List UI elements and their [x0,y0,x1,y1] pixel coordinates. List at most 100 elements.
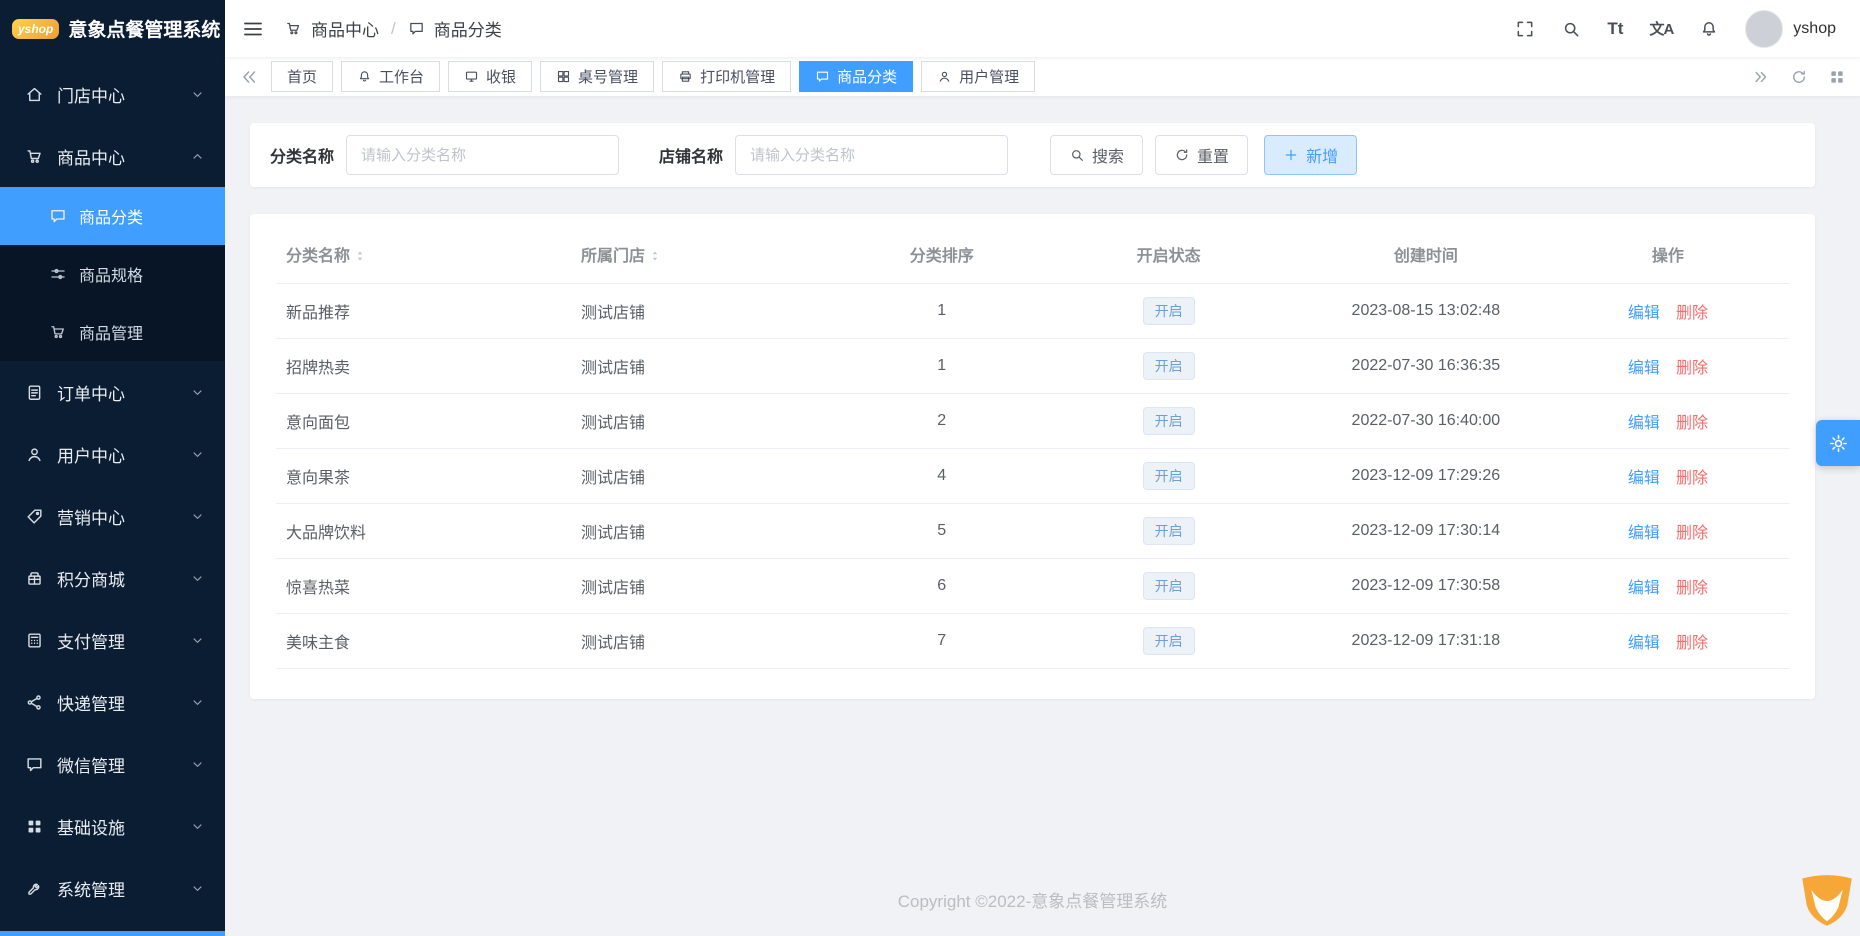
sidebar-item-label: 营销中心 [57,508,125,528]
cell-category-name: 意向面包 [276,393,572,449]
tab-table-manage[interactable]: 桌号管理 [540,61,655,92]
avatar[interactable] [1745,9,1784,48]
sidebar-item-user-center[interactable]: 用户中心 [0,423,225,485]
cell-sort: 7 [850,613,1033,669]
sidebar-item-wechat-manage[interactable]: 微信管理 [0,733,225,795]
add-button[interactable]: 新增 [1264,135,1358,175]
sidebar-item-label: 积分商城 [57,570,125,590]
cell-actions: 编辑 删除 [1546,613,1789,669]
cell-category-name: 招牌热卖 [276,338,572,394]
cell-actions: 编辑 删除 [1546,448,1789,504]
app-logo[interactable]: yshop 意象点餐管理系统 [0,0,225,57]
sidebar-item-payment-manage[interactable]: 支付管理 [0,609,225,671]
sidebar-subitem-product-spec[interactable]: 商品规格 [0,245,225,303]
tabs-scroll-right-icon[interactable] [1752,68,1770,86]
chevron-down-icon [193,91,202,97]
sidebar-item-store-center[interactable]: 门店中心 [0,63,225,125]
sidebar-item-system-manage[interactable]: 系统管理 [0,857,225,919]
cell-status: 开启 [1032,558,1305,614]
tab-label: 打印机管理 [700,69,776,86]
column-status: 开启状态 [1032,222,1305,284]
edit-link[interactable]: 编辑 [1628,415,1660,432]
wrench-icon [28,883,40,895]
search-icon[interactable] [1561,19,1581,39]
share-nodes-icon [27,694,41,710]
bell-icon [359,71,370,82]
chevron-down-icon [193,451,202,457]
search-button[interactable]: 搜索 [1050,135,1144,175]
edit-link[interactable]: 编辑 [1628,305,1660,322]
cell-category-name: 意向果茶 [276,448,572,504]
reset-button[interactable]: 重置 [1155,135,1249,175]
tab-printer-manage[interactable]: 打印机管理 [662,61,792,92]
chevron-down-icon [193,513,202,519]
tabs-menu-icon[interactable] [1828,68,1846,86]
column-shop[interactable]: 所属门店 [571,222,851,284]
sort-carets-icon[interactable] [354,248,366,264]
edit-link[interactable]: 编辑 [1628,580,1660,597]
edit-link[interactable]: 编辑 [1628,360,1660,377]
delete-link[interactable]: 删除 [1676,470,1708,487]
delete-link[interactable]: 删除 [1676,635,1708,652]
translate-icon[interactable]: 文A [1649,18,1674,39]
sidebar-submenu: 商品分类 商品规格 商品管理 [0,187,225,361]
tab-workbench[interactable]: 工作台 [341,61,441,92]
cell-sort: 5 [850,503,1033,559]
delete-link[interactable]: 删除 [1676,360,1708,377]
tab-home[interactable]: 首页 [271,61,334,92]
column-label: 所属门店 [581,248,646,265]
gear-icon [1829,434,1847,452]
delete-link[interactable]: 删除 [1676,415,1708,432]
cell-sort: 1 [850,338,1033,394]
refresh-icon[interactable] [1790,68,1808,86]
sidebar-item-express-manage[interactable]: 快递管理 [0,671,225,733]
category-name-input[interactable] [346,135,620,175]
delete-link[interactable]: 删除 [1676,525,1708,542]
sidebar-subitem-product-category[interactable]: 商品分类 [0,187,225,245]
cell-status: 开启 [1032,503,1305,559]
edit-link[interactable]: 编辑 [1628,635,1660,652]
fox-icon[interactable] [1800,874,1854,928]
sidebar: yshop 意象点餐管理系统 门店中心 商品中心 商品分类 商品规格 商品管理 … [0,0,225,936]
cell-category-name: 大品牌饮料 [276,503,572,559]
sidebar-item-marketing-center[interactable]: 营销中心 [0,485,225,547]
user-menu[interactable]: yshop [1745,9,1836,48]
bell-icon[interactable] [1699,19,1719,39]
settings-fab[interactable] [1816,420,1860,466]
cell-status: 开启 [1032,338,1305,394]
fullscreen-icon[interactable] [1515,19,1535,39]
horizontal-scrollbar[interactable] [0,931,225,936]
sort-carets-icon[interactable] [649,248,661,264]
delete-link[interactable]: 删除 [1676,305,1708,322]
shop-name-input[interactable] [735,135,1009,175]
edit-link[interactable]: 编辑 [1628,470,1660,487]
hamburger-icon[interactable] [241,17,265,41]
tab-product-category[interactable]: 商品分类 [799,61,914,92]
printer-icon [680,71,691,82]
sidebar-item-order-center[interactable]: 订单中心 [0,361,225,423]
status-badge: 开启 [1142,572,1195,600]
cell-created-time: 2022-07-30 16:40:00 [1304,393,1547,449]
column-created: 创建时间 [1304,222,1547,284]
font-size-icon[interactable]: Tt [1607,19,1623,39]
cart-icon [51,326,64,339]
cell-sort: 4 [850,448,1033,504]
app-title: 意象点餐管理系统 [68,20,221,41]
category-name-label: 分类名称 [270,149,335,166]
delete-link[interactable]: 删除 [1676,580,1708,597]
cell-shop: 测试店铺 [571,613,851,669]
cell-created-time: 2022-07-30 16:36:35 [1304,338,1547,394]
tab-user-manage[interactable]: 用户管理 [921,61,1036,92]
sidebar-item-product-center[interactable]: 商品中心 [0,125,225,187]
table-row: 招牌热卖 测试店铺 1 开启 2022-07-30 16:36:35 编辑 删除 [276,338,1789,394]
username: yshop [1793,19,1836,37]
column-category-name[interactable]: 分类名称 [276,222,572,284]
tab-cashier[interactable]: 收银 [448,61,533,92]
sidebar-subitem-product-manage[interactable]: 商品管理 [0,303,225,361]
edit-link[interactable]: 编辑 [1628,525,1660,542]
breadcrumb-parent[interactable]: 商品中心 [311,16,379,41]
sidebar-item-points-mall[interactable]: 积分商城 [0,547,225,609]
tabs-scroll-left-icon[interactable] [239,67,259,87]
sidebar-item-infrastructure[interactable]: 基础设施 [0,795,225,857]
document-icon [28,384,41,400]
